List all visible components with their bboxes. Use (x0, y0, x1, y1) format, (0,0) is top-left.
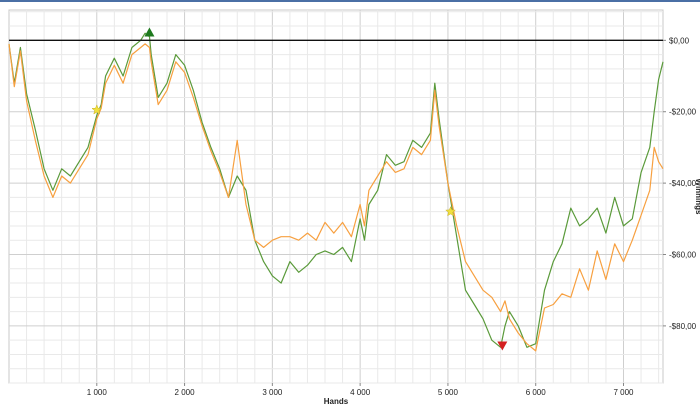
x-tick-label: 6 000 (526, 388, 547, 397)
y-tick-label: -$80,00 (669, 322, 697, 331)
x-tick-label: 2 000 (175, 388, 196, 397)
y-tick-label: -$40,00 (669, 179, 697, 188)
y-tick-label: -$20,00 (669, 108, 697, 117)
y-tick-label: $0,00 (669, 36, 690, 45)
x-axis-title: Hands (324, 397, 349, 406)
x-tick-label: 3 000 (262, 388, 283, 397)
y-axis-title: Winnings (694, 179, 700, 215)
x-tick-label: 7 000 (613, 388, 634, 397)
x-tick-label: 1 000 (87, 388, 108, 397)
x-tick-label: 4 000 (350, 388, 371, 397)
x-tick-label: 5 000 (438, 388, 459, 397)
chart-svg: 1 000 2 000 3 000 4 000 5 000 6 000 7 000 $0,00… (8, 9, 700, 406)
y-tick-label: -$60,00 (669, 251, 697, 260)
plot-area (8, 9, 664, 384)
winnings-chart: 1 000 2 000 3 000 4 000 5 000 6 000 7 000 $0,00… (0, 0, 700, 408)
